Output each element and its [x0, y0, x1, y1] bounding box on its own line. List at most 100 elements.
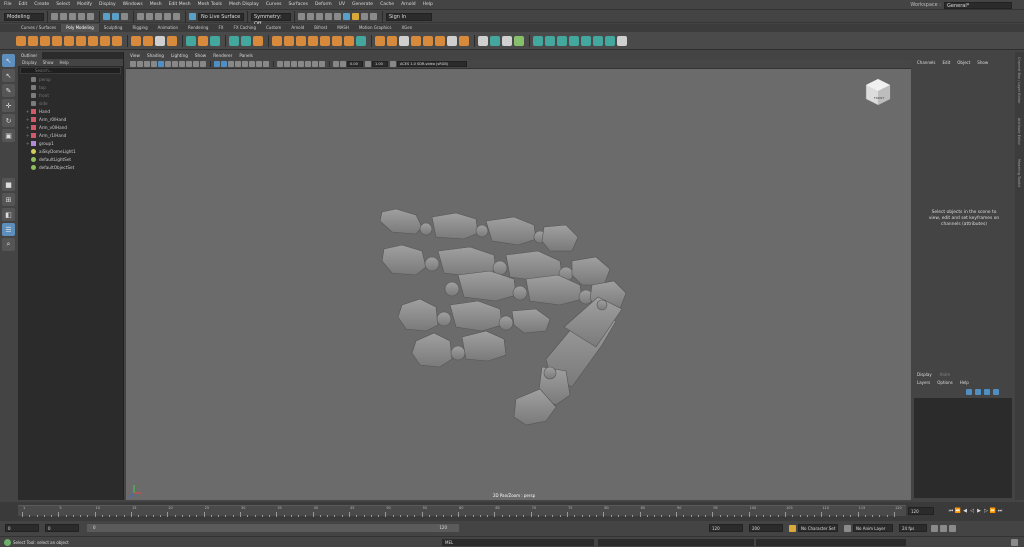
- workspace-dropdown[interactable]: General*: [944, 1, 1012, 9]
- go-to-end-icon[interactable]: ⏭: [997, 507, 1003, 514]
- open-scene-icon[interactable]: [60, 13, 67, 20]
- depth-of-field-icon[interactable]: [298, 61, 304, 67]
- viewport-menu-renderer[interactable]: Renderer: [213, 52, 232, 60]
- menu-deform[interactable]: Deform: [315, 2, 332, 7]
- wedge-icon[interactable]: [435, 35, 445, 46]
- select-camera-icon[interactable]: [130, 61, 136, 67]
- viewport-menu-show[interactable]: Show: [195, 52, 206, 60]
- isolate-select-icon[interactable]: [305, 61, 311, 67]
- persp-outliner-layout-icon[interactable]: ◧: [2, 208, 15, 221]
- automatic-map-icon[interactable]: [569, 35, 579, 46]
- poly-svg-icon[interactable]: [167, 35, 177, 46]
- menu-select[interactable]: Select: [56, 2, 70, 7]
- menu-arnold[interactable]: Arnold: [401, 2, 416, 7]
- outliner-item[interactable]: persp: [18, 75, 123, 83]
- multisample-aa-icon[interactable]: [291, 61, 297, 67]
- outliner-item[interactable]: side: [18, 99, 123, 107]
- viewport-persp[interactable]: FRONT: [126, 69, 911, 500]
- resolution-gate-icon[interactable]: [172, 61, 178, 67]
- shelf-tab-bifrost[interactable]: Bifrost: [309, 24, 332, 32]
- menu-file[interactable]: File: [4, 2, 12, 7]
- snap-point-icon[interactable]: [155, 13, 162, 20]
- outliner-item[interactable]: defaultObjectSet: [18, 163, 123, 171]
- xray-active-icon[interactable]: [319, 61, 325, 67]
- exposure-field[interactable]: 0.00: [347, 61, 363, 67]
- menu-edit-mesh[interactable]: Edit Mesh: [169, 2, 191, 7]
- new-layer-icon[interactable]: [984, 389, 990, 395]
- shelf-tab-mash[interactable]: MASH: [332, 24, 354, 32]
- menu-set-dropdown[interactable]: Modeling: [4, 12, 44, 21]
- outliner-layout-icon[interactable]: ☰: [2, 223, 15, 236]
- menu-uv[interactable]: UV: [339, 2, 345, 7]
- save-scene-icon[interactable]: [69, 13, 76, 20]
- viewport-menu-view[interactable]: View: [130, 52, 140, 60]
- character-set-dropdown[interactable]: No Character Set: [798, 524, 838, 532]
- camera-attributes-icon[interactable]: [137, 61, 143, 67]
- scale-tool-icon[interactable]: ▣: [2, 129, 15, 142]
- layer-list[interactable]: [914, 398, 1012, 498]
- lasso-tool-icon[interactable]: ↖: [2, 69, 15, 82]
- layer-menu-options[interactable]: Options: [937, 380, 952, 386]
- select-object-icon[interactable]: [112, 13, 119, 20]
- platonic-solid-icon[interactable]: [100, 35, 110, 46]
- textured-icon[interactable]: [249, 61, 255, 67]
- select-hierarchy-icon[interactable]: [103, 13, 110, 20]
- render-settings-icon[interactable]: [325, 13, 332, 20]
- extract-icon[interactable]: [447, 35, 457, 46]
- poly-cone-icon[interactable]: [52, 35, 62, 46]
- multi-cut-icon[interactable]: [375, 35, 385, 46]
- layout-icon[interactable]: [593, 35, 603, 46]
- menu-surfaces[interactable]: Surfaces: [288, 2, 308, 7]
- outliner-item[interactable]: + Hand: [18, 107, 123, 115]
- workspace-selector[interactable]: Workspace : General*: [910, 1, 1012, 9]
- xray-joints-icon[interactable]: [312, 61, 318, 67]
- menu-cache[interactable]: Cache: [380, 2, 394, 7]
- bridge-icon[interactable]: [296, 35, 306, 46]
- bevel-icon[interactable]: [308, 35, 318, 46]
- cut-uv-icon[interactable]: [617, 35, 627, 46]
- rotate-tool-icon[interactable]: ↻: [2, 114, 15, 127]
- unfold-icon[interactable]: [581, 35, 591, 46]
- layer-tab-display[interactable]: Display: [917, 372, 932, 378]
- viewport-menu-lighting[interactable]: Lighting: [171, 52, 188, 60]
- side-tab-2[interactable]: Modeling Toolkit: [1017, 159, 1021, 187]
- safe-title-icon[interactable]: [200, 61, 206, 67]
- render-setup-icon[interactable]: [352, 13, 359, 20]
- shelf-tab-sculpting[interactable]: Sculpting: [99, 24, 128, 32]
- render-frame-icon[interactable]: [307, 13, 314, 20]
- live-surface-dropdown[interactable]: No Live Surface: [198, 12, 244, 21]
- channel-menu-channels[interactable]: Channels: [917, 60, 936, 66]
- outliner-item[interactable]: + Arm_r1lHand: [18, 131, 123, 139]
- hand-model[interactable]: [379, 208, 627, 426]
- grid-icon[interactable]: [158, 61, 164, 67]
- gate-mask-icon[interactable]: [179, 61, 185, 67]
- poly-plane-icon[interactable]: [76, 35, 86, 46]
- redo-icon[interactable]: [87, 13, 94, 20]
- poly-disc-icon[interactable]: [88, 35, 98, 46]
- snap-grid-icon[interactable]: [137, 13, 144, 20]
- use-default-material-icon[interactable]: [242, 61, 248, 67]
- menu-edit[interactable]: Edit: [19, 2, 28, 7]
- new-layer-selected-icon[interactable]: [993, 389, 999, 395]
- shelf-tab-motion-graphics[interactable]: Motion Graphics: [354, 24, 397, 32]
- shelf-tab-poly-modeling[interactable]: Poly Modeling: [61, 24, 99, 32]
- mirror-icon[interactable]: [272, 35, 282, 46]
- light-editor-icon[interactable]: [361, 13, 368, 20]
- menu-windows[interactable]: Windows: [123, 2, 143, 7]
- symmetry-dropdown[interactable]: Symmetry: Off: [251, 12, 291, 27]
- menu-mesh[interactable]: Mesh: [150, 2, 162, 7]
- view-cube[interactable]: FRONT: [865, 78, 891, 106]
- command-language-label[interactable]: MEL: [445, 540, 453, 545]
- construction-history-icon[interactable]: [298, 13, 305, 20]
- go-to-start-icon[interactable]: ⏮: [948, 507, 954, 514]
- poly-torus-icon[interactable]: [64, 35, 74, 46]
- edge-loop-icon[interactable]: [478, 35, 488, 46]
- side-tab-0[interactable]: Channel Box / Layer Editor: [1017, 57, 1021, 104]
- extrude-icon[interactable]: [284, 35, 294, 46]
- outliner-item[interactable]: front: [18, 91, 123, 99]
- shelf-tab-fx[interactable]: FX: [213, 24, 228, 32]
- new-scene-icon[interactable]: [51, 13, 58, 20]
- command-input[interactable]: [598, 539, 754, 546]
- step-forward-frame-icon[interactable]: ▷: [983, 507, 989, 514]
- shelf-tab-rendering[interactable]: Rendering: [183, 24, 213, 32]
